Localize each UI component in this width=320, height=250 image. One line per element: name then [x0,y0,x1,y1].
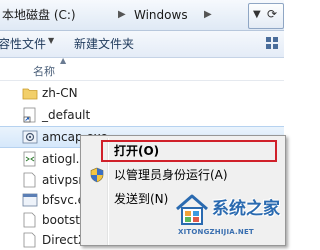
file-icon [23,172,36,188]
breadcrumb-folder[interactable]: Windows [134,6,188,24]
watermark: 系统之家 XITONGZHIJIA.NET [170,187,284,244]
watermark-title: 系统之家 [212,199,280,219]
file-row[interactable]: zh-CN [0,83,284,103]
address-bar[interactable]: 本地磁盘 (C:) ▶ Windows ▶ ▼ ⟳ [0,0,284,31]
folder-icon [22,88,38,100]
menu-item-run-as-admin[interactable]: 以管理员身份运行(A) [83,164,281,186]
house-logo-icon [176,194,208,225]
file-icon [23,232,36,248]
chevron-down-icon: ▼ [253,9,261,20]
xml-file-icon [23,151,36,167]
file-name: _default [42,108,91,122]
file-name: zh-CN [42,86,78,100]
view-options-icon[interactable] [266,37,278,49]
column-header[interactable]: ▲ 名称 [0,56,284,81]
shortcut-icon [23,107,36,123]
refresh-icon: ⟳ [267,7,278,21]
file-icon [23,212,36,228]
exe-icon [22,193,38,207]
column-name-label[interactable]: 名称 [33,63,55,79]
chevron-down-icon: ▼ [48,36,55,45]
breadcrumb-separator-icon[interactable]: ▶ [118,6,126,24]
menu-item-label: 打开(O) [114,144,160,158]
address-dropdown-button[interactable]: ▼ ⟳ [248,3,284,29]
menu-item-label: 发送到(N) [114,192,169,206]
shield-icon [90,167,104,183]
breadcrumb-drive[interactable]: 本地磁盘 (C:) [2,6,76,24]
new-folder-button[interactable]: 新建文件夹 [74,36,134,52]
exe-icon [22,130,38,144]
watermark-url: XITONGZHIJIA.NET [178,228,254,236]
command-bar: 容性文件 ▼ 新建文件夹 [0,31,284,58]
menu-item-label: 以管理员身份运行(A) [114,168,228,182]
breadcrumb-separator-icon[interactable]: ▶ [204,6,212,24]
menu-item-open[interactable]: 打开(O) [83,140,281,162]
include-in-library-button[interactable]: 容性文件 [0,36,46,52]
file-row[interactable]: _default [0,105,284,125]
sort-ascending-icon: ▲ [60,56,67,65]
